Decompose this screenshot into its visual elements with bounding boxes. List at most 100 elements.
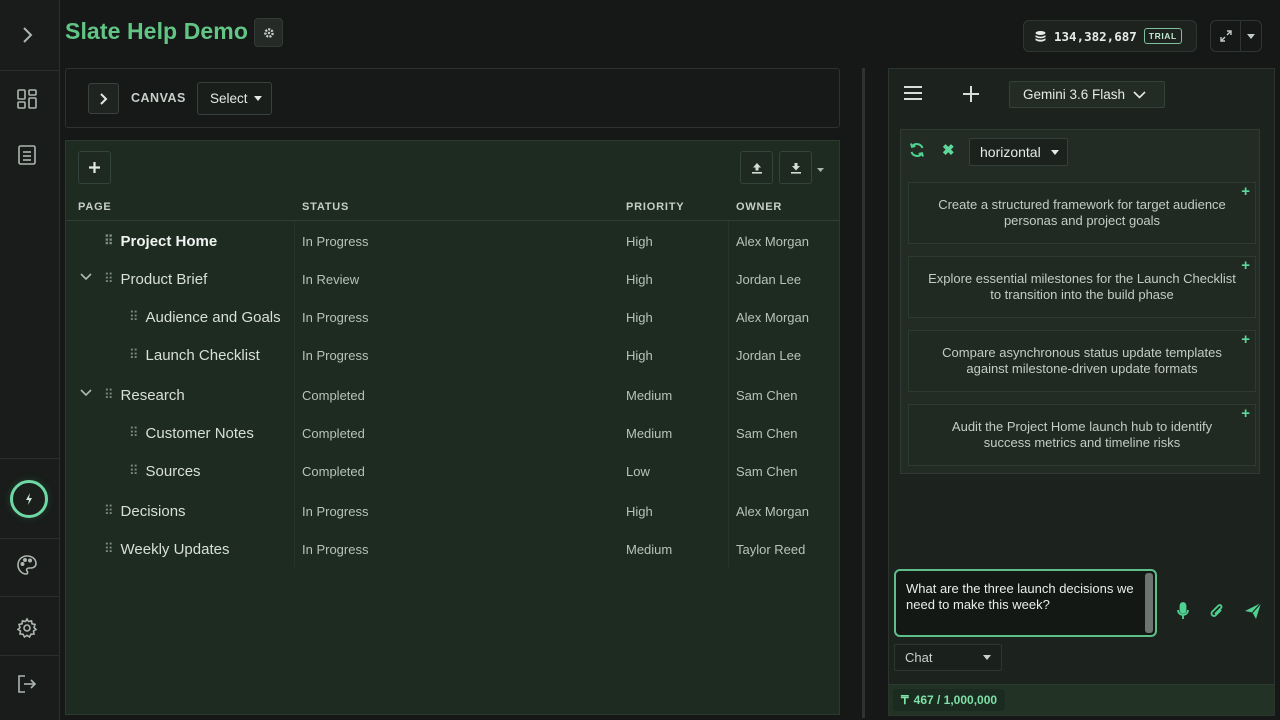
drag-handle-icon[interactable]: ⠿	[129, 347, 138, 363]
refresh-icon[interactable]	[909, 142, 925, 163]
status-cell: In Progress	[302, 503, 369, 519]
suggestion-card[interactable]: Explore essential milestones for the Lau…	[908, 256, 1256, 318]
caret-down-icon	[1247, 33, 1255, 39]
table-row[interactable]: ⠿ Sources Completed Low Sam Chen	[66, 452, 839, 490]
gear-icon	[263, 27, 274, 38]
chevron-down-icon	[1133, 90, 1146, 99]
column-header-priority[interactable]: PRIORITY	[626, 201, 684, 213]
status-cell: In Progress	[302, 233, 369, 249]
model-selector[interactable]: Gemini 3.6 Flash	[1009, 81, 1165, 108]
column-header-status[interactable]: STATUS	[302, 201, 349, 213]
add-suggestion-icon[interactable]: +	[1241, 184, 1250, 200]
pages-table-panel: PAGE STATUS PRIORITY OWNER ⠿ Project Home…	[65, 140, 840, 715]
download-options-button[interactable]	[817, 159, 824, 177]
owner-cell: Sam Chen	[736, 463, 798, 479]
assistant-panel: Gemini 3.6 Flash ✖ horizontal Create a s…	[888, 68, 1275, 716]
add-page-button[interactable]	[78, 151, 111, 184]
gear-icon[interactable]	[14, 615, 40, 641]
table-row[interactable]: ⠿ Decisions In Progress High Alex Morgan	[66, 492, 839, 530]
drag-handle-icon[interactable]: ⠿	[129, 463, 138, 479]
owner-cell: Sam Chen	[736, 425, 798, 441]
fullscreen-button[interactable]	[1211, 21, 1241, 51]
download-button[interactable]	[779, 151, 812, 184]
table-row[interactable]: ⠿ Audience and Goals In Progress High Ale…	[66, 298, 839, 336]
add-suggestion-icon[interactable]: +	[1241, 332, 1250, 348]
download-icon	[790, 162, 801, 174]
drag-handle-icon[interactable]: ⠿	[104, 387, 113, 403]
logout-icon[interactable]	[14, 671, 40, 697]
caret-down-icon	[1050, 149, 1059, 155]
chevron-right-icon	[100, 92, 108, 105]
suggestion-text: Compare asynchronous status update templ…	[942, 345, 1222, 376]
download-control	[779, 151, 829, 184]
drag-handle-icon[interactable]: ⠿	[129, 425, 138, 441]
menu-icon[interactable]	[903, 85, 923, 106]
fullscreen-options-button[interactable]	[1241, 33, 1261, 39]
page-name: Project Home	[120, 232, 218, 250]
table-row[interactable]: ⠿ Launch Checklist In Progress High Jorda…	[66, 336, 839, 374]
column-header-page[interactable]: PAGE	[78, 201, 112, 213]
token-counter: ₸ 467 / 1,000,000	[893, 689, 1006, 711]
model-name: Gemini 3.6 Flash	[1023, 87, 1126, 102]
status-cell: In Review	[302, 271, 360, 287]
document-icon[interactable]	[14, 142, 40, 168]
chevron-down-icon[interactable]	[80, 389, 92, 397]
chevron-down-icon[interactable]	[80, 273, 92, 281]
panel-resizer[interactable]	[862, 68, 865, 718]
upload-button[interactable]	[740, 151, 773, 184]
suggestion-card[interactable]: Compare asynchronous status update templ…	[908, 330, 1256, 392]
suggestion-text: Audit the Project Home launch hub to ide…	[951, 419, 1213, 450]
canvas-select-dropdown[interactable]: Select	[197, 82, 272, 115]
credits-count: 134,382,687	[1054, 28, 1137, 44]
upload-icon	[751, 162, 762, 174]
priority-cell: High	[626, 233, 653, 249]
expand-sidebar-icon[interactable]	[14, 22, 40, 48]
attachment-icon[interactable]	[1209, 602, 1225, 625]
canvas-toggle-button[interactable]	[88, 83, 119, 114]
priority-cell: High	[626, 503, 653, 519]
add-suggestion-icon[interactable]: +	[1241, 258, 1250, 274]
drag-handle-icon[interactable]: ⠿	[104, 233, 113, 249]
suggestion-text: Explore essential milestones for the Lau…	[928, 271, 1236, 302]
add-suggestion-icon[interactable]: +	[1241, 406, 1250, 422]
status-cell: Completed	[302, 463, 365, 479]
caret-down-icon	[817, 167, 824, 172]
column-header-owner[interactable]: OWNER	[736, 201, 782, 213]
chat-input[interactable]: What are the three launch decisions we n…	[894, 569, 1157, 637]
drag-handle-icon[interactable]: ⠿	[104, 503, 113, 519]
input-scrollbar[interactable]	[1145, 573, 1153, 633]
drag-handle-icon[interactable]: ⠿	[104, 271, 113, 287]
page-name: Weekly Updates	[120, 540, 230, 558]
power-icon[interactable]	[10, 480, 48, 518]
status-cell: Completed	[302, 387, 365, 403]
dashboard-icon[interactable]	[14, 86, 40, 112]
send-icon[interactable]	[1244, 602, 1262, 625]
caret-down-icon	[983, 655, 991, 660]
table-row[interactable]: ⠿ Customer Notes Completed Medium Sam Che…	[66, 414, 839, 452]
chat-input-value: What are the three launch decisions we n…	[906, 581, 1134, 612]
drag-handle-icon[interactable]: ⠿	[104, 541, 113, 557]
table-row[interactable]: ⠿ Weekly Updates In Progress Medium Taylo…	[66, 530, 839, 568]
owner-cell: Jordan Lee	[736, 347, 802, 363]
fullscreen-control	[1210, 20, 1262, 52]
palette-icon[interactable]	[14, 552, 40, 578]
table-row[interactable]: ⠿ Product Brief In Review High Jordan Lee	[66, 260, 839, 298]
page-name: Sources	[145, 462, 201, 480]
suggestion-card[interactable]: Audit the Project Home launch hub to ide…	[908, 404, 1256, 466]
drag-handle-icon[interactable]: ⠿	[129, 309, 138, 325]
table-row[interactable]: ⠿ Project Home In Progress High Alex Morg…	[66, 222, 839, 260]
left-sidebar	[0, 0, 60, 720]
close-icon[interactable]: ✖	[942, 141, 955, 159]
new-chat-icon[interactable]	[962, 83, 980, 109]
microphone-icon[interactable]	[1176, 602, 1190, 625]
table-row[interactable]: ⠿ Research Completed Medium Sam Chen	[66, 376, 839, 414]
workspace-settings-button[interactable]	[254, 18, 283, 47]
suggestions-panel: ✖ horizontal Create a structured framewo…	[900, 129, 1260, 474]
expand-icon	[1219, 30, 1232, 42]
owner-cell: Alex Morgan	[736, 309, 809, 325]
page-name: Research	[120, 386, 185, 404]
credits-display: 134,382,687 TRIAL	[1023, 20, 1197, 52]
layout-mode-dropdown[interactable]: horizontal	[969, 138, 1068, 166]
chat-mode-dropdown[interactable]: Chat	[894, 644, 1002, 671]
suggestion-card[interactable]: Create a structured framework for target…	[908, 182, 1256, 244]
